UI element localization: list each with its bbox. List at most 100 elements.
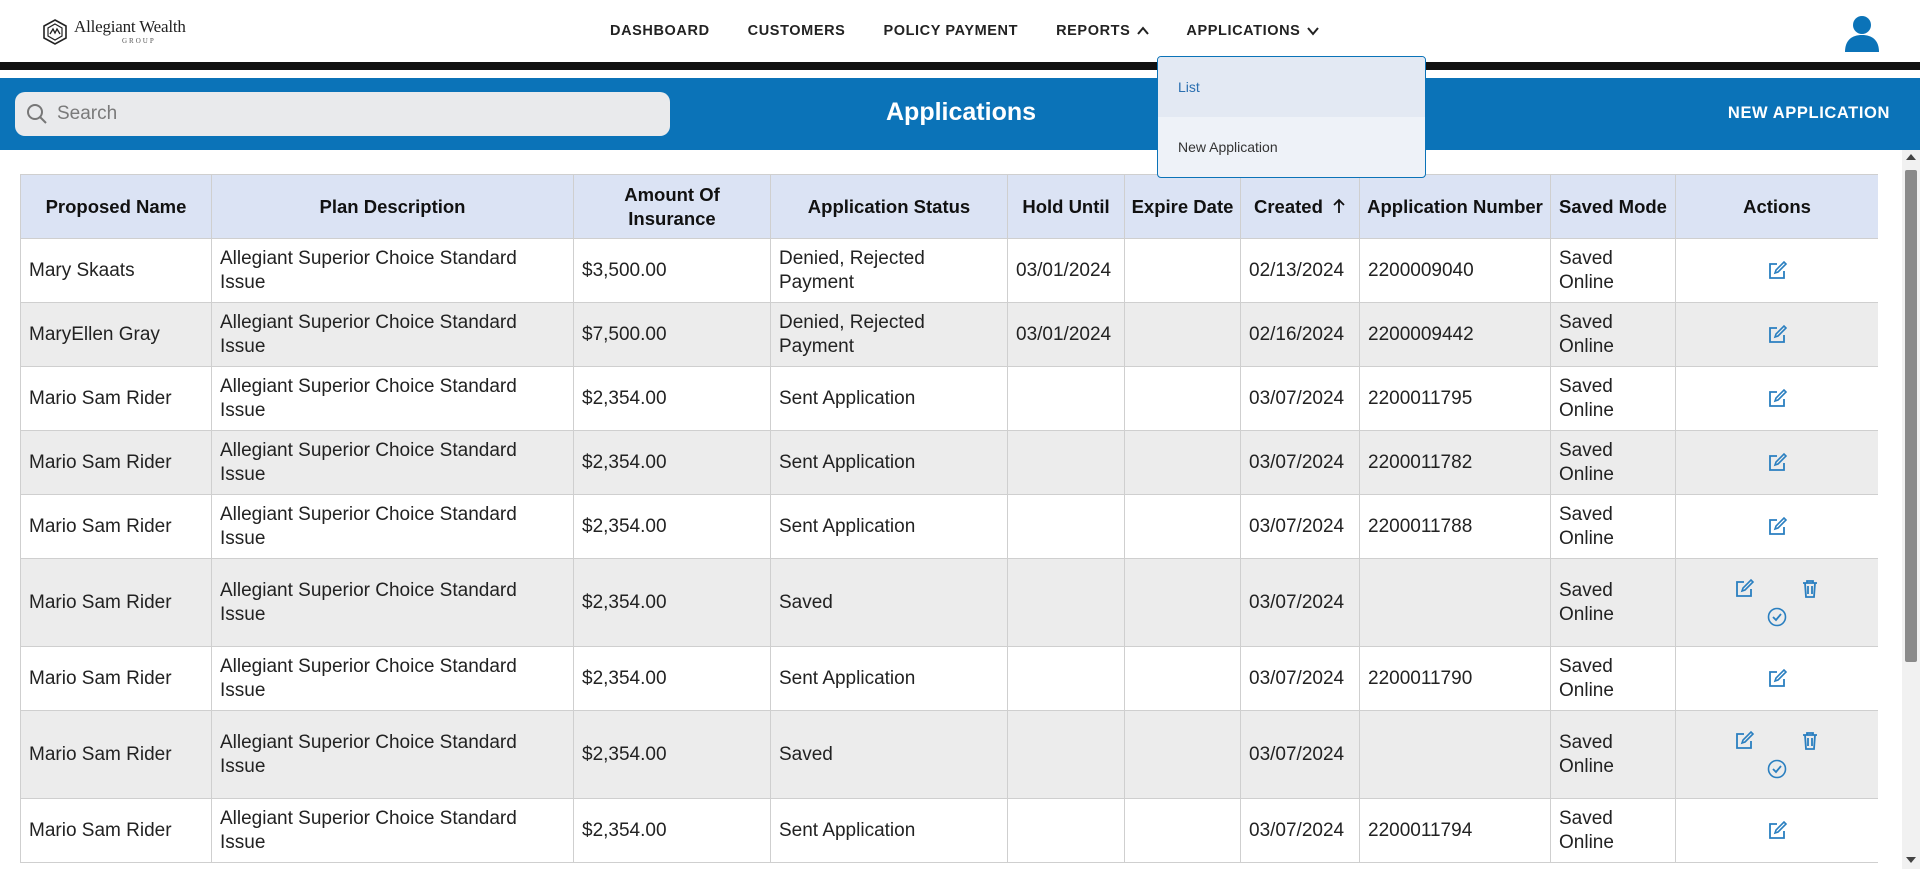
trash-icon[interactable] bbox=[1799, 730, 1821, 752]
cell-status: Denied, Rejected Payment bbox=[770, 302, 1008, 367]
cell-hold-until bbox=[1007, 558, 1125, 647]
dropdown-item-list[interactable]: List bbox=[1158, 57, 1425, 117]
cell-plan-description: Allegiant Superior Choice Standard Issue bbox=[211, 494, 574, 559]
cell-created: 03/07/2024 bbox=[1240, 366, 1360, 431]
table-row[interactable]: Mario Sam Rider Allegiant Superior Choice… bbox=[20, 366, 1878, 431]
cell-application-number: 2200011794 bbox=[1359, 798, 1551, 863]
brand-logo[interactable]: Allegiant Wealth GROUP bbox=[42, 18, 186, 45]
brand-sub: GROUP bbox=[122, 37, 156, 45]
table-row[interactable]: Mario Sam Rider Allegiant Superior Choice… bbox=[20, 710, 1878, 799]
edit-icon[interactable] bbox=[1766, 452, 1788, 474]
table-row[interactable]: MaryEllen Gray Allegiant Superior Choice … bbox=[20, 302, 1878, 367]
cell-saved-mode: Saved Online bbox=[1550, 798, 1676, 863]
chevron-down-icon bbox=[1307, 27, 1320, 36]
logo-mark-icon bbox=[43, 18, 67, 45]
col-hold-until[interactable]: Hold Until bbox=[1007, 174, 1125, 239]
applications-dropdown-menu: List New Application bbox=[1157, 56, 1426, 178]
cell-plan-description: Allegiant Superior Choice Standard Issue bbox=[211, 302, 574, 367]
cell-expire-date bbox=[1124, 558, 1241, 647]
cell-created: 03/07/2024 bbox=[1240, 646, 1360, 711]
col-status[interactable]: Application Status bbox=[770, 174, 1008, 239]
cell-hold-until bbox=[1007, 494, 1125, 559]
cell-expire-date bbox=[1124, 366, 1241, 431]
cell-application-number: 2200009442 bbox=[1359, 302, 1551, 367]
edit-icon[interactable] bbox=[1766, 324, 1788, 346]
col-actions: Actions bbox=[1675, 174, 1878, 239]
cell-hold-until bbox=[1007, 430, 1125, 495]
edit-icon[interactable] bbox=[1766, 516, 1788, 538]
table-row[interactable]: Mario Sam Rider Allegiant Superior Choice… bbox=[20, 646, 1878, 711]
cell-proposed-name: Mario Sam Rider bbox=[20, 798, 212, 863]
cell-plan-description: Allegiant Superior Choice Standard Issue bbox=[211, 558, 574, 647]
col-saved-mode[interactable]: Saved Mode bbox=[1550, 174, 1676, 239]
nav-reports[interactable]: REPORTS bbox=[1056, 23, 1150, 39]
cell-created: 03/07/2024 bbox=[1240, 710, 1360, 799]
cell-saved-mode: Saved Online bbox=[1550, 646, 1676, 711]
scroll-up-arrow-icon[interactable] bbox=[1906, 154, 1916, 160]
sort-ascending-icon bbox=[1333, 198, 1345, 213]
cell-hold-until: 03/01/2024 bbox=[1007, 238, 1125, 303]
nav-customers[interactable]: CUSTOMERS bbox=[748, 23, 846, 39]
cell-application-number bbox=[1359, 558, 1551, 647]
submit-check-icon[interactable] bbox=[1766, 606, 1788, 628]
trash-icon[interactable] bbox=[1799, 578, 1821, 600]
edit-icon[interactable] bbox=[1766, 820, 1788, 842]
cell-proposed-name: Mario Sam Rider bbox=[20, 646, 212, 711]
cell-status: Sent Application bbox=[770, 798, 1008, 863]
table-row[interactable]: Mario Sam Rider Allegiant Superior Choice… bbox=[20, 494, 1878, 559]
table-row[interactable]: Mario Sam Rider Allegiant Superior Choice… bbox=[20, 558, 1878, 647]
cell-plan-description: Allegiant Superior Choice Standard Issue bbox=[211, 430, 574, 495]
edit-icon[interactable] bbox=[1766, 388, 1788, 410]
cell-amount: $2,354.00 bbox=[573, 494, 771, 559]
scroll-down-arrow-icon[interactable] bbox=[1906, 857, 1916, 863]
col-proposed-name[interactable]: Proposed Name bbox=[20, 174, 212, 239]
cell-actions bbox=[1675, 646, 1878, 711]
cell-proposed-name: Mario Sam Rider bbox=[20, 494, 212, 559]
edit-icon[interactable] bbox=[1733, 730, 1755, 752]
cell-expire-date bbox=[1124, 798, 1241, 863]
col-plan-description[interactable]: Plan Description bbox=[211, 174, 574, 239]
nav-applications[interactable]: APPLICATIONS bbox=[1186, 23, 1320, 39]
nav-policy-payment[interactable]: POLICY PAYMENT bbox=[883, 23, 1018, 39]
cell-created: 02/16/2024 bbox=[1240, 302, 1360, 367]
cell-actions bbox=[1675, 302, 1878, 367]
cell-expire-date bbox=[1124, 302, 1241, 367]
table-row[interactable]: Mary Skaats Allegiant Superior Choice Sta… bbox=[20, 238, 1878, 303]
new-application-button[interactable]: NEW APPLICATION bbox=[1728, 104, 1890, 123]
nav-reports-label: REPORTS bbox=[1056, 23, 1131, 39]
edit-icon[interactable] bbox=[1733, 578, 1755, 600]
cell-amount: $2,354.00 bbox=[573, 366, 771, 431]
brand-text: Allegiant Wealth GROUP bbox=[74, 18, 186, 45]
table-row[interactable]: Mario Sam Rider Allegiant Superior Choice… bbox=[20, 430, 1878, 495]
table-row[interactable]: Mario Sam Rider Allegiant Superior Choice… bbox=[20, 798, 1878, 863]
chevron-up-icon bbox=[1137, 26, 1150, 35]
edit-icon[interactable] bbox=[1766, 668, 1788, 690]
search-icon bbox=[27, 104, 47, 124]
cell-saved-mode: Saved Online bbox=[1550, 710, 1676, 799]
cell-plan-description: Allegiant Superior Choice Standard Issue bbox=[211, 710, 574, 799]
search-input[interactable] bbox=[57, 103, 637, 125]
col-application-number[interactable]: Application Number bbox=[1359, 174, 1551, 239]
cell-status: Sent Application bbox=[770, 494, 1008, 559]
search-box[interactable] bbox=[15, 92, 670, 136]
col-created[interactable]: Created bbox=[1240, 174, 1360, 239]
dropdown-item-new-application[interactable]: New Application bbox=[1158, 117, 1425, 177]
scroll-thumb[interactable] bbox=[1905, 170, 1917, 662]
top-navbar: Allegiant Wealth GROUP DASHBOARD CUSTOME… bbox=[0, 0, 1920, 70]
col-amount[interactable]: Amount Of Insurance bbox=[573, 174, 771, 239]
user-account-icon[interactable] bbox=[1844, 14, 1880, 52]
submit-check-icon[interactable] bbox=[1766, 758, 1788, 780]
col-expire-date[interactable]: Expire Date bbox=[1124, 174, 1241, 239]
nav-dashboard[interactable]: DASHBOARD bbox=[610, 23, 710, 39]
cell-proposed-name: Mario Sam Rider bbox=[20, 558, 212, 647]
cell-actions bbox=[1675, 798, 1878, 863]
cell-status: Saved bbox=[770, 710, 1008, 799]
main-nav: DASHBOARD CUSTOMERS POLICY PAYMENT REPOR… bbox=[610, 0, 1320, 62]
page-scrollbar[interactable] bbox=[1902, 150, 1920, 869]
cell-proposed-name: Mary Skaats bbox=[20, 238, 212, 303]
edit-icon[interactable] bbox=[1766, 260, 1788, 282]
cell-status: Sent Application bbox=[770, 646, 1008, 711]
cell-plan-description: Allegiant Superior Choice Standard Issue bbox=[211, 798, 574, 863]
nav-applications-label: APPLICATIONS bbox=[1186, 23, 1301, 39]
cell-actions bbox=[1675, 430, 1878, 495]
